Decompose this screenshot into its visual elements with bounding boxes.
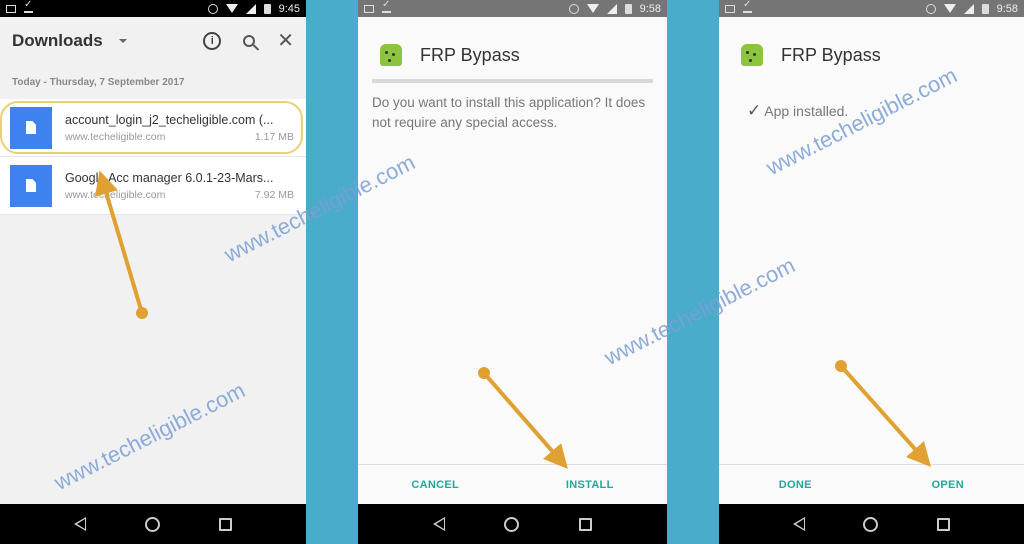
- installed-screen: 9:58 FRP Bypass ✓ App installed. DONE OP…: [719, 0, 1024, 544]
- recents-icon[interactable]: [936, 517, 950, 531]
- open-button[interactable]: OPEN: [872, 479, 1024, 491]
- installed-label: App installed.: [764, 103, 849, 119]
- status-bar: 9:58: [719, 0, 1024, 17]
- signal-icon: [963, 3, 974, 14]
- app-header: FRP Bypass: [358, 17, 667, 75]
- image-notification-icon: [725, 4, 735, 13]
- download-size: 7.92 MB: [254, 188, 294, 201]
- wifi-icon: [586, 4, 599, 13]
- android-app-icon: [741, 44, 763, 66]
- wifi-icon: [225, 4, 238, 13]
- home-icon[interactable]: [863, 516, 879, 532]
- done-button[interactable]: DONE: [719, 479, 872, 491]
- image-notification-icon: [6, 4, 16, 13]
- app-name: FRP Bypass: [781, 44, 881, 65]
- wifi-icon: [943, 4, 956, 13]
- install-button[interactable]: INSTALL: [513, 479, 668, 491]
- file-icon: [10, 164, 52, 207]
- date-section-label: Today - Thursday, 7 September 2017: [12, 77, 185, 88]
- alarm-icon: [568, 3, 579, 14]
- signal-icon: [245, 3, 256, 14]
- clock: 9:58: [639, 2, 661, 15]
- back-icon[interactable]: [432, 517, 445, 531]
- status-bar: 9:45: [0, 0, 306, 17]
- home-icon[interactable]: [504, 516, 520, 532]
- search-icon[interactable]: [243, 35, 256, 47]
- download-size: 1.17 MB: [254, 130, 294, 143]
- battery-icon: [624, 3, 632, 14]
- dialog-buttons: DONE OPEN: [719, 464, 1024, 504]
- android-app-icon: [380, 44, 402, 66]
- download-source: www.techeligible.com: [65, 130, 166, 143]
- recents-icon[interactable]: [218, 517, 232, 531]
- download-complete-icon: [743, 0, 752, 13]
- close-icon[interactable]: ✕: [277, 31, 294, 51]
- cancel-button[interactable]: CANCEL: [358, 479, 513, 491]
- download-source: www.techeligible.com: [65, 188, 166, 201]
- image-notification-icon: [364, 4, 374, 13]
- file-icon: [10, 106, 52, 149]
- downloads-header: Downloads i ✕: [0, 17, 306, 65]
- dropdown-caret-icon[interactable]: [118, 39, 127, 43]
- install-message: Do you want to install this application?…: [372, 95, 646, 130]
- download-filename: account_login_j2_techeligible.com (...: [65, 112, 274, 127]
- battery-icon: [981, 3, 989, 14]
- download-item[interactable]: Google Acc manager 6.0.1-23-Mars... www.…: [0, 157, 306, 215]
- clock: 9:45: [278, 2, 300, 15]
- downloads-list: account_login_j2_techeligible.com (... w…: [0, 99, 306, 215]
- download-complete-icon: [382, 0, 391, 13]
- app-header: FRP Bypass: [719, 17, 1024, 75]
- download-complete-icon: [24, 0, 33, 13]
- downloads-screen: 9:45 Downloads i ✕ Today - Thursday, 7 S…: [0, 0, 306, 544]
- dialog-buttons: CANCEL INSTALL: [358, 464, 667, 504]
- back-icon[interactable]: [793, 517, 806, 531]
- navigation-bar: [0, 504, 306, 544]
- download-filename: Google Acc manager 6.0.1-23-Mars...: [65, 170, 274, 185]
- install-screen: 9:58 FRP Bypass Do you want to install t…: [358, 0, 667, 544]
- back-icon[interactable]: [74, 517, 87, 531]
- recents-icon[interactable]: [579, 517, 593, 531]
- alarm-icon: [925, 3, 936, 14]
- clock: 9:58: [996, 2, 1018, 15]
- home-icon[interactable]: [144, 516, 160, 532]
- signal-icon: [606, 3, 617, 14]
- app-name: FRP Bypass: [420, 44, 520, 65]
- alarm-icon: [207, 3, 218, 14]
- download-item[interactable]: account_login_j2_techeligible.com (... w…: [0, 99, 306, 157]
- checkmark-icon: ✓: [747, 101, 762, 120]
- navigation-bar: [358, 504, 667, 544]
- info-icon[interactable]: i: [203, 32, 222, 50]
- status-bar: 9:58: [358, 0, 667, 17]
- install-status: ✓ App installed.: [719, 75, 1024, 121]
- navigation-bar: [719, 504, 1024, 544]
- battery-icon: [263, 3, 271, 14]
- downloads-title: Downloads: [12, 31, 103, 50]
